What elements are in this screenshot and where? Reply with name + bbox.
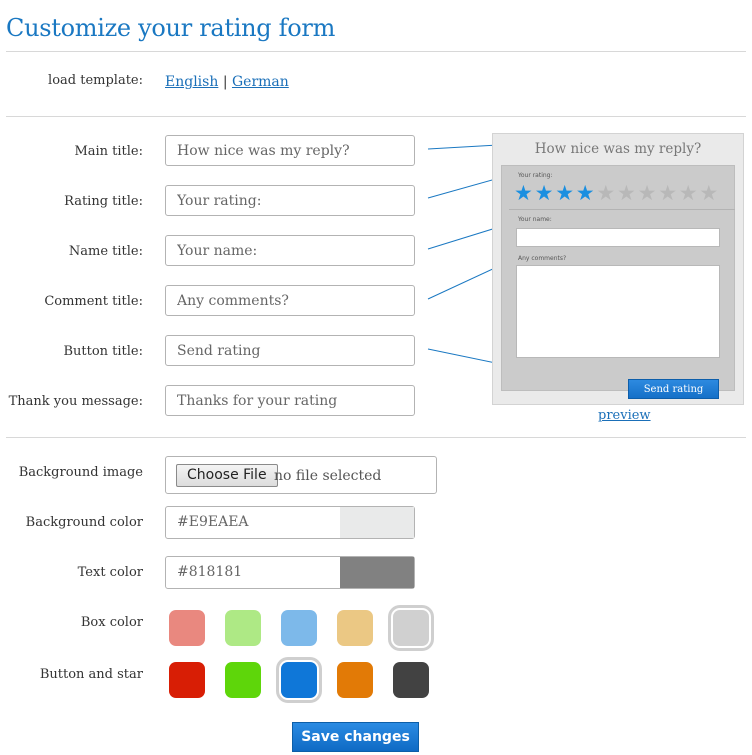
text-color-swatch[interactable] <box>340 557 414 588</box>
button-star-color-swatch-4[interactable] <box>337 662 373 698</box>
preview-star-icon: ★ <box>534 181 554 205</box>
preview-name-label: Your name: <box>518 216 552 223</box>
preview-rating-label: Your rating: <box>518 172 553 179</box>
preview-star-icon: ★ <box>678 181 698 205</box>
preview-star-icon: ★ <box>555 181 575 205</box>
button-star-color-swatch-3[interactable] <box>276 657 322 703</box>
divider <box>6 437 746 438</box>
preview-star-icon: ★ <box>575 181 595 205</box>
preview-star-icon: ★ <box>514 181 533 205</box>
preview-comment-label: Any comments? <box>518 255 567 262</box>
background-image-input[interactable]: Choose File no file selected <box>165 456 437 494</box>
text-color-input[interactable]: #818181 <box>165 556 415 589</box>
file-status: no file selected <box>274 468 382 484</box>
background-color-swatch[interactable] <box>340 507 414 538</box>
save-changes-button[interactable]: Save changes <box>292 722 419 752</box>
box-color-swatch-4[interactable] <box>337 610 373 646</box>
preview-link[interactable]: preview <box>598 408 651 423</box>
background-image-label: Background image <box>18 465 143 480</box>
background-color-value: #E9EAEA <box>177 514 249 530</box>
background-color-label: Background color <box>25 515 143 530</box>
choose-file-button[interactable]: Choose File <box>176 464 278 487</box>
preview-comment-field <box>516 265 720 358</box>
box-color-swatch-2[interactable] <box>225 610 261 646</box>
text-color-label: Text color <box>77 565 143 580</box>
preview-star-icon: ★ <box>637 181 657 205</box>
preview-divider <box>509 209 735 210</box>
button-star-color-swatch-5[interactable] <box>393 662 429 698</box>
preview-send-button: Send rating <box>628 379 719 399</box>
button-star-color-swatch-1[interactable] <box>169 662 205 698</box>
preview-title: How nice was my reply? <box>534 141 702 157</box>
preview-star-icon: ★ <box>617 181 636 205</box>
preview-star-icon: ★ <box>699 181 719 205</box>
text-color-value: #818181 <box>177 564 243 580</box>
box-color-swatch-3[interactable] <box>281 610 317 646</box>
box-color-label: Box color <box>80 615 143 630</box>
preview-star-icon: ★ <box>658 181 678 205</box>
preview-name-field <box>516 228 720 247</box>
button-star-color-swatch-2[interactable] <box>225 662 261 698</box>
background-color-input[interactable]: #E9EAEA <box>165 506 415 539</box>
box-color-swatch-5[interactable] <box>388 605 434 651</box>
button-star-label: Button and star <box>39 667 143 682</box>
preview-star-icon: ★ <box>596 181 616 205</box>
box-color-swatch-1[interactable] <box>169 610 205 646</box>
